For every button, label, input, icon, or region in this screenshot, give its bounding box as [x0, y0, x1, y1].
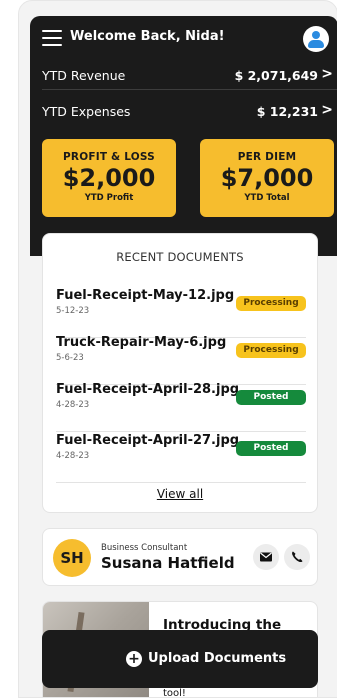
document-name: Truck-Repair-May-6.jpg — [56, 335, 227, 350]
per-diem-subtitle: YTD Total — [244, 193, 290, 203]
chevron-right-icon: > — [321, 66, 333, 82]
welcome-title: Welcome Back, Nida! — [70, 29, 225, 44]
avatar: SH — [53, 539, 91, 577]
promo-text: tool! — [163, 688, 186, 698]
list-item[interactable]: Fuel-Receipt-April-28.jpg 4-28-23 Posted — [56, 382, 306, 432]
ytd-expenses-value: $ 12,231 — [256, 104, 318, 119]
profit-loss-card[interactable]: PROFIT & LOSS $2,000 YTD Profit — [42, 139, 176, 217]
list-item[interactable]: Fuel-Receipt-April-27.jpg 4-28-23 Posted — [56, 433, 306, 483]
profit-loss-subtitle: YTD Profit — [84, 193, 134, 203]
status-badge: Processing — [236, 343, 306, 358]
status-badge: Posted — [236, 441, 306, 456]
document-name: Fuel-Receipt-April-28.jpg — [56, 382, 240, 397]
plus-circle-icon: + — [126, 651, 142, 667]
document-date: 5-12-23 — [56, 306, 90, 316]
list-item[interactable]: Fuel-Receipt-May-12.jpg 5-12-23 Processi… — [56, 288, 306, 338]
recent-documents-title: RECENT DOCUMENTS — [116, 250, 244, 264]
consultant-name: Susana Hatfield — [101, 554, 235, 572]
ytd-revenue-value: $ 2,071,649 — [234, 68, 318, 83]
top-bar: Welcome Back, Nida! — [30, 16, 337, 62]
status-badge: Posted — [236, 390, 306, 405]
consultant-card: SH Business Consultant Susana Hatfield — [42, 528, 318, 586]
upload-documents-label: Upload Documents — [148, 651, 287, 666]
document-name: Fuel-Receipt-April-27.jpg — [56, 433, 240, 448]
consultant-role: Business Consultant — [101, 543, 188, 553]
per-diem-title: PER DIEM — [237, 151, 297, 163]
user-icon[interactable] — [303, 26, 329, 52]
upload-documents-button[interactable]: + Upload Documents — [42, 630, 318, 688]
profit-loss-title: PROFIT & LOSS — [63, 151, 155, 163]
email-button[interactable] — [253, 544, 279, 570]
list-item[interactable]: Truck-Repair-May-6.jpg 5-6-23 Processing — [56, 335, 306, 385]
ytd-expenses-label: YTD Expenses — [42, 104, 131, 119]
app-screen: Welcome Back, Nida! YTD Revenue $ 2,071,… — [18, 0, 337, 698]
profit-loss-value: $2,000 — [62, 164, 156, 192]
ytd-expenses-row[interactable]: YTD Expenses $ 12,231 > — [42, 98, 337, 126]
document-date: 5-6-23 — [56, 353, 84, 363]
status-badge: Processing — [236, 296, 306, 311]
view-all-link[interactable]: View all — [43, 487, 317, 501]
per-diem-value: $7,000 — [220, 164, 314, 192]
document-date: 4-28-23 — [56, 451, 90, 461]
menu-icon[interactable] — [42, 30, 62, 46]
chevron-right-icon: > — [321, 102, 333, 118]
ytd-revenue-row[interactable]: YTD Revenue $ 2,071,649 > — [42, 62, 337, 90]
ytd-revenue-label: YTD Revenue — [42, 68, 126, 83]
document-date: 4-28-23 — [56, 400, 90, 410]
mail-icon — [260, 552, 272, 562]
phone-icon — [292, 551, 303, 563]
recent-documents-card: RECENT DOCUMENTS Fuel-Receipt-May-12.jpg… — [42, 233, 318, 513]
per-diem-card[interactable]: PER DIEM $7,000 YTD Total — [200, 139, 334, 217]
document-name: Fuel-Receipt-May-12.jpg — [56, 288, 235, 303]
dashboard-header: Welcome Back, Nida! YTD Revenue $ 2,071,… — [30, 16, 337, 256]
call-button[interactable] — [284, 544, 310, 570]
